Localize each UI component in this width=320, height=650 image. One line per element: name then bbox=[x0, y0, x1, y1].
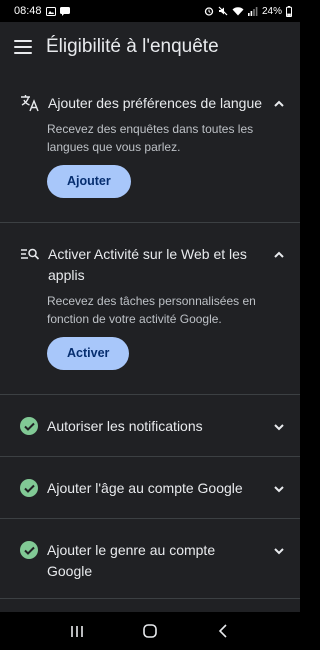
card-title: Autoriser les notifications bbox=[47, 418, 203, 434]
language-preferences-header[interactable]: Ajouter des préférences de langue bbox=[20, 72, 286, 114]
card-title: Ajouter le genre au compte Google bbox=[47, 542, 216, 579]
card-description: Recevez des enquêtes dans toutes les lan… bbox=[47, 122, 254, 154]
chevron-up-icon[interactable] bbox=[272, 97, 286, 111]
card-title: Activer Activité sur le Web et les appli… bbox=[48, 246, 247, 283]
gallery-notification-icon bbox=[45, 6, 56, 16]
notifications-card[interactable]: Autoriser les notifications bbox=[0, 395, 300, 457]
messages-notification-icon bbox=[59, 6, 70, 16]
web-app-activity-card: Activer Activité sur le Web et les appli… bbox=[0, 223, 300, 395]
eligibility-list: Ajouter des préférences de langue Receve… bbox=[0, 72, 300, 612]
chevron-down-icon[interactable] bbox=[272, 420, 286, 434]
language-preferences-card: Ajouter des préférences de langue Receve… bbox=[0, 72, 300, 223]
app-bar: Éligibilité à l'enquête bbox=[0, 22, 300, 72]
notifications-header[interactable]: Autoriser les notifications bbox=[20, 395, 286, 437]
chevron-down-icon[interactable] bbox=[272, 482, 286, 496]
activate-activity-button[interactable]: Activer bbox=[47, 337, 130, 370]
system-navigation-bar bbox=[0, 612, 300, 650]
check-circle-icon bbox=[20, 417, 38, 435]
alarm-icon bbox=[204, 7, 214, 16]
signal-icon bbox=[247, 7, 258, 16]
back-icon bbox=[219, 624, 227, 638]
translate-icon bbox=[21, 95, 39, 112]
card-title: Ajouter l'âge au compte Google bbox=[47, 480, 243, 496]
chevron-up-icon[interactable] bbox=[272, 248, 286, 262]
hamburger-menu-icon[interactable] bbox=[14, 40, 32, 54]
battery-percent: 24% bbox=[261, 5, 282, 17]
card-title: Ajouter des préférences de langue bbox=[48, 95, 263, 111]
check-circle-icon bbox=[20, 541, 38, 559]
status-time: 08:48 bbox=[14, 5, 42, 17]
recent-apps-button[interactable] bbox=[65, 619, 89, 643]
wifi-icon bbox=[232, 7, 244, 16]
age-card[interactable]: Ajouter l'âge au compte Google bbox=[0, 457, 300, 519]
status-bar: 08:48 24% bbox=[0, 0, 300, 22]
web-app-activity-header[interactable]: Activer Activité sur le Web et les appli… bbox=[20, 223, 286, 286]
home-icon bbox=[143, 624, 157, 638]
chevron-down-icon[interactable] bbox=[272, 544, 286, 558]
mute-icon bbox=[218, 6, 228, 16]
back-button[interactable] bbox=[211, 619, 235, 643]
recent-apps-icon bbox=[70, 625, 83, 637]
manage-search-icon bbox=[21, 248, 40, 260]
gender-header[interactable]: Ajouter le genre au compte Google bbox=[20, 519, 286, 582]
home-button[interactable] bbox=[138, 619, 162, 643]
battery-icon bbox=[286, 5, 292, 17]
add-language-button[interactable]: Ajouter bbox=[47, 165, 131, 198]
page-title: Éligibilité à l'enquête bbox=[46, 36, 219, 57]
card-description: Recevez des tâches personnalisées en fon… bbox=[47, 294, 256, 326]
gender-card[interactable]: Ajouter le genre au compte Google bbox=[0, 519, 300, 599]
check-circle-icon bbox=[20, 479, 38, 497]
age-header[interactable]: Ajouter l'âge au compte Google bbox=[20, 457, 286, 499]
